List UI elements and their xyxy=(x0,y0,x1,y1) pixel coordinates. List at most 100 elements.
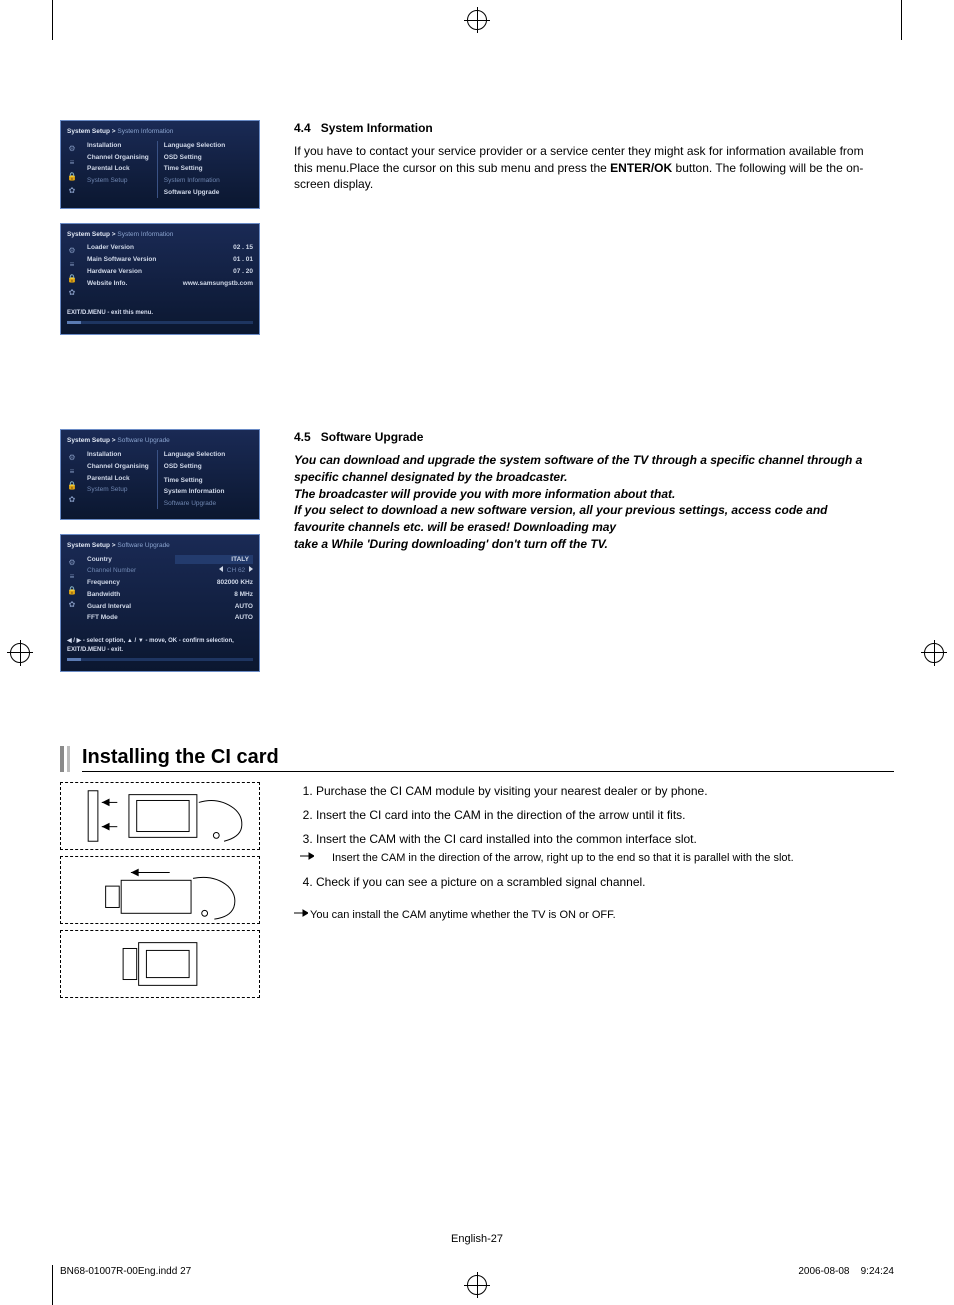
breadcrumb-leaf: System Information xyxy=(117,231,173,238)
kv-key: Guard Interval xyxy=(87,602,131,612)
wrench-icon: ⚙ xyxy=(67,245,77,253)
breadcrumb-root: System Setup > xyxy=(67,128,117,135)
crop-mark xyxy=(901,0,902,40)
menu-item: System Setup xyxy=(87,485,149,495)
breadcrumb-root: System Setup > xyxy=(67,542,117,549)
registration-mark-icon xyxy=(467,10,487,30)
kv-value: ITALY xyxy=(175,555,253,565)
kv-key: Website Info. xyxy=(87,279,127,289)
osd-scrollbar xyxy=(67,658,253,661)
menu-item: Channel Organising xyxy=(87,153,149,163)
gear-icon: ✿ xyxy=(67,287,77,295)
arrow-right-icon xyxy=(249,566,253,572)
body-line: You can download and upgrade the system … xyxy=(294,452,864,486)
kv-value: 07 . 20 xyxy=(183,267,253,277)
section-body: If you have to contact your service prov… xyxy=(294,143,864,193)
kv-value-text: CH 62 xyxy=(227,567,245,574)
step-item: Insert the CI card into the CAM in the d… xyxy=(316,806,864,824)
pointer-arrow-icon xyxy=(316,850,332,867)
submenu-item: OSD Setting xyxy=(164,462,225,472)
breadcrumb-root: System Setup > xyxy=(67,437,117,444)
step-item: Check if you can see a picture on a scra… xyxy=(316,873,864,891)
osd-left-list: Installation Channel Organising Parental… xyxy=(87,141,149,198)
wrench-icon: ⚙ xyxy=(67,557,77,565)
section-title: System Information xyxy=(321,121,433,135)
osd-panel-sysinfo-menu: System Setup > System Information ⚙ ≡ 🔒 … xyxy=(60,120,260,209)
print-file: BN68-01007R-00Eng.indd 27 xyxy=(60,1266,191,1277)
step-subnote: Insert the CAM in the direction of the a… xyxy=(316,850,864,867)
submenu-item: OSD Setting xyxy=(164,153,225,163)
gear-icon: ✿ xyxy=(67,494,77,502)
submenu-item: Language Selection xyxy=(164,141,225,151)
breadcrumb: System Setup > System Information xyxy=(67,230,253,240)
osd-right-list: Language Selection OSD Setting Time Sett… xyxy=(157,141,225,198)
kv-value: 802000 KHz xyxy=(183,578,253,588)
osd-panel-sysinfo-values: System Setup > System Information ⚙ ≡ 🔒 … xyxy=(60,223,260,336)
kv-key: Main Software Version xyxy=(87,255,156,265)
kv-key: Loader Version xyxy=(87,243,134,253)
body-line: take a While 'During downloading' don't … xyxy=(294,536,864,553)
section-heading: Installing the CI card xyxy=(82,746,894,772)
osd-icon-column: ⚙ ≡ 🔒 ✿ xyxy=(67,555,79,624)
osd-panel-swupgrade-menu: System Setup > Software Upgrade ⚙ ≡ 🔒 ✿ … xyxy=(60,429,260,520)
osd-hint: EXIT/D.MENU - exit this menu. xyxy=(67,309,253,318)
body-line: The broadcaster will provide you with mo… xyxy=(294,486,864,503)
footnote: You can install the CAM anytime whether … xyxy=(294,907,864,924)
kv-value: 8 MHz xyxy=(183,590,253,600)
breadcrumb-root: System Setup > xyxy=(67,231,117,238)
subnote-text: Insert the CAM in the direction of the a… xyxy=(332,852,794,864)
breadcrumb-leaf: Software Upgrade xyxy=(117,437,169,444)
heading-accent-bar xyxy=(67,746,70,772)
ordered-steps: Purchase the CI CAM module by visiting y… xyxy=(294,782,864,891)
submenu-item: Software Upgrade xyxy=(164,499,225,509)
menu-item: Channel Organising xyxy=(87,462,149,472)
kv-value: www.samsungstb.com xyxy=(183,279,253,289)
registration-mark-icon xyxy=(10,643,30,663)
breadcrumb-leaf: Software Upgrade xyxy=(117,542,169,549)
osd-kv-list: CountryITALY Channel Number CH 62 Freque… xyxy=(87,555,253,624)
print-date: 2006-08-08 9:24:24 xyxy=(798,1266,894,1277)
kv-value: AUTO xyxy=(183,602,253,612)
heading-accent-bar xyxy=(60,746,64,772)
crop-mark xyxy=(52,1265,53,1305)
menu-item: Installation xyxy=(87,141,149,151)
figure-step3 xyxy=(60,930,260,998)
figure-step2 xyxy=(60,856,260,924)
osd-icon-column: ⚙ ≡ 🔒 ✿ xyxy=(67,450,79,509)
step-item: Insert the CAM with the CI card installe… xyxy=(316,830,864,867)
list-icon: ≡ xyxy=(67,466,77,474)
menu-item: System Setup xyxy=(87,176,149,186)
lock-icon: 🔒 xyxy=(67,480,77,488)
pointer-arrow-icon xyxy=(294,907,310,924)
print-time-value: 9:24:24 xyxy=(861,1266,894,1277)
kv-value: 02 . 15 xyxy=(183,243,253,253)
osd-kv-list: Loader Version 02 . 15 Main Software Vers… xyxy=(87,243,253,295)
breadcrumb: System Setup > Software Upgrade xyxy=(67,541,253,551)
print-date-value: 2006-08-08 xyxy=(798,1266,849,1277)
list-icon: ≡ xyxy=(67,259,77,267)
breadcrumb: System Setup > Software Upgrade xyxy=(67,436,253,446)
breadcrumb: System Setup > System Information xyxy=(67,127,253,137)
kv-key: Country xyxy=(87,555,112,565)
lock-icon: 🔒 xyxy=(67,171,77,179)
submenu-item: Software Upgrade xyxy=(164,188,225,198)
kv-key: Channel Number xyxy=(87,566,136,576)
osd-hint: ◀ / ▶ - select option, ▲ / ▼ - move, OK … xyxy=(67,637,253,646)
menu-item: Parental Lock xyxy=(87,164,149,174)
osd-hint: EXIT/D.MENU - exit. xyxy=(67,646,253,655)
osd-panel-swupgrade-values: System Setup > Software Upgrade ⚙ ≡ 🔒 ✿ … xyxy=(60,534,260,672)
submenu-item: Language Selection xyxy=(164,450,225,460)
list-icon: ≡ xyxy=(67,157,77,165)
gear-icon: ✿ xyxy=(67,599,77,607)
list-icon: ≡ xyxy=(67,571,77,579)
menu-item: Installation xyxy=(87,450,149,460)
footnote-text: You can install the CAM anytime whether … xyxy=(310,909,616,921)
step-text: Insert the CAM with the CI card installe… xyxy=(316,832,697,846)
crop-mark xyxy=(52,0,53,40)
figure-step1 xyxy=(60,782,260,850)
body-line: If you select to download a new software… xyxy=(294,502,864,536)
submenu-item: System Information xyxy=(164,176,225,186)
gear-icon: ✿ xyxy=(67,185,77,193)
step-item: Purchase the CI CAM module by visiting y… xyxy=(316,782,864,800)
lock-icon: 🔒 xyxy=(67,585,77,593)
